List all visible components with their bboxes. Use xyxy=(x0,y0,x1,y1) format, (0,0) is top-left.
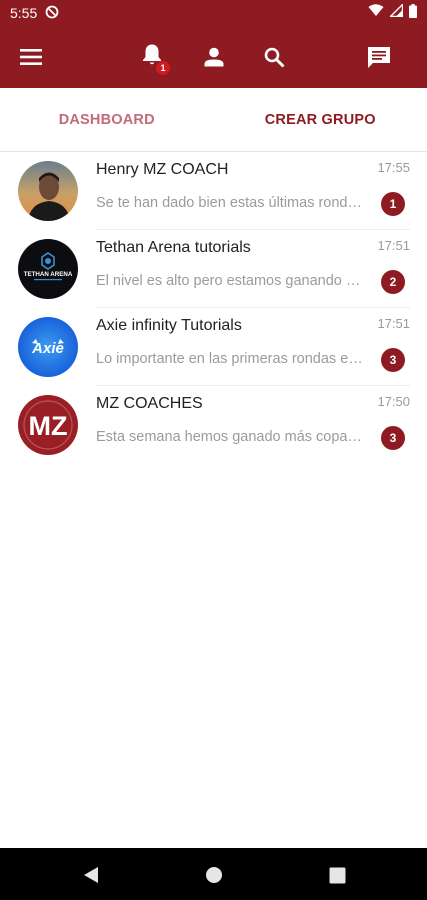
unread-badge: 3 xyxy=(381,426,405,450)
chat-name: Axie infinity Tutorials xyxy=(96,317,242,334)
search-icon[interactable] xyxy=(258,41,290,73)
status-time: 5:55 xyxy=(10,5,38,21)
chat-time: 17:51 xyxy=(377,238,410,253)
avatar xyxy=(18,161,78,221)
recents-icon[interactable] xyxy=(326,864,348,886)
chat-item-axie-infinity-tutorials[interactable]: Axie Axie infinity Tutorials 17:51 Lo im… xyxy=(0,308,427,386)
unread-badge: 2 xyxy=(381,270,405,294)
chat-preview: El nivel es alto pero estamos ganando mu… xyxy=(96,273,364,289)
avatar: Axie xyxy=(18,317,78,377)
unread-badge: 1 xyxy=(381,192,405,216)
avatar: TETHAN ARENA xyxy=(18,239,78,299)
chat-preview: Esta semana hemos ganado más copas que n… xyxy=(96,429,364,445)
signal-icon xyxy=(388,2,404,22)
data-saver-icon xyxy=(45,5,59,22)
notifications-button[interactable]: 1 xyxy=(136,41,170,75)
chat-preview: Se te han dado bien estas últimas rondas… xyxy=(96,195,364,211)
chat-name: Henry MZ COACH xyxy=(96,161,229,178)
back-icon[interactable] xyxy=(80,864,102,886)
chat-time: 17:55 xyxy=(377,160,410,175)
battery-icon xyxy=(409,3,417,23)
chat-list: Henry MZ COACH 17:55 Se te han dado bien… xyxy=(0,152,427,464)
avatar: MZ xyxy=(18,395,78,455)
chat-item-henry-mz-coach[interactable]: Henry MZ COACH 17:55 Se te han dado bien… xyxy=(0,152,427,230)
chat-time: 17:51 xyxy=(377,316,410,331)
chat-time: 17:50 xyxy=(377,394,410,409)
message-icon[interactable] xyxy=(363,41,395,73)
status-bar: 5:55 xyxy=(0,0,427,26)
notification-count-badge: 1 xyxy=(156,61,170,75)
menu-icon[interactable] xyxy=(15,41,47,73)
tab-crear-grupo[interactable]: CREAR GRUPO xyxy=(214,88,427,151)
unread-badge: 3 xyxy=(381,348,405,372)
home-icon[interactable] xyxy=(203,864,225,886)
avatar-text: MZ xyxy=(29,411,68,441)
avatar-text: TETHAN ARENA xyxy=(24,271,73,278)
chat-preview: Lo importante en las primeras rondas es … xyxy=(96,351,364,367)
wifi-icon xyxy=(368,4,384,22)
tab-dashboard[interactable]: DASHBOARD xyxy=(0,88,214,151)
app-bar: 1 xyxy=(0,26,427,88)
chat-name: Tethan Arena tutorials xyxy=(96,239,251,256)
system-nav-bar xyxy=(0,848,427,900)
tab-bar: DASHBOARD CREAR GRUPO xyxy=(0,88,427,152)
chat-name: MZ COACHES xyxy=(96,395,203,412)
chat-item-mz-coaches[interactable]: MZ MZ COACHES 17:50 Esta semana hemos ga… xyxy=(0,386,427,464)
chat-item-tethan-arena-tutorials[interactable]: TETHAN ARENA Tethan Arena tutorials 17:5… xyxy=(0,230,427,308)
person-icon[interactable] xyxy=(198,41,230,73)
